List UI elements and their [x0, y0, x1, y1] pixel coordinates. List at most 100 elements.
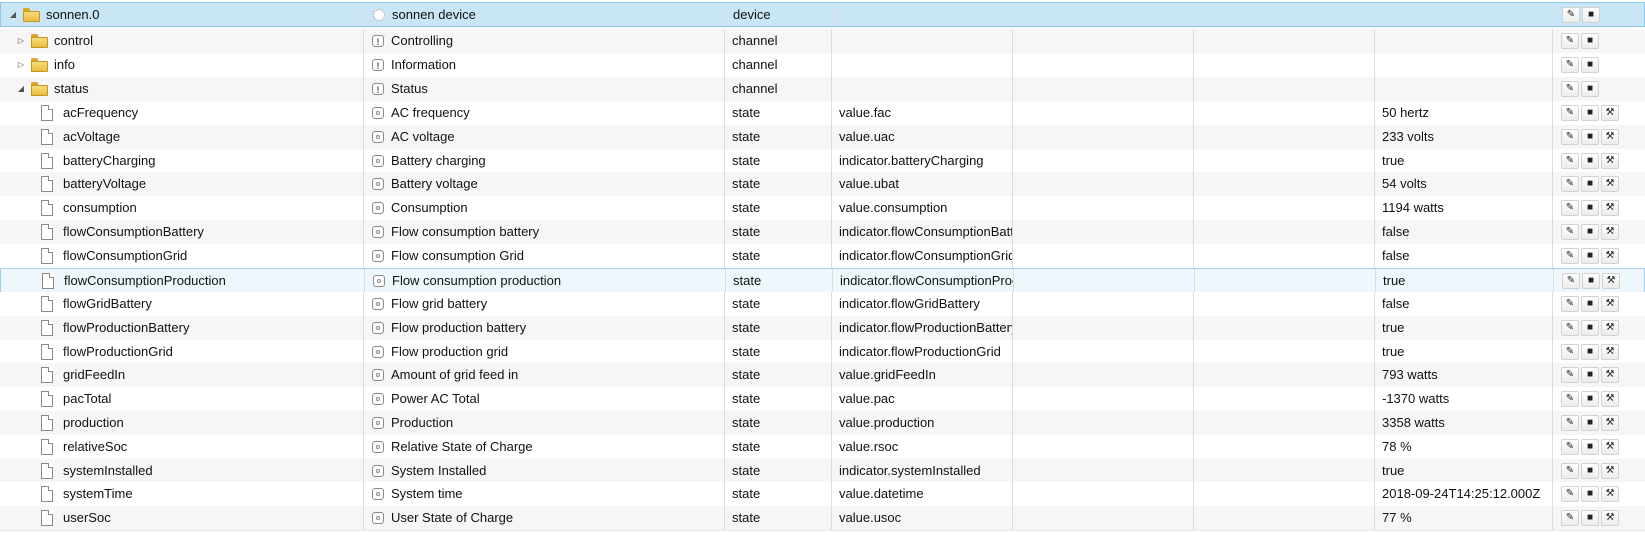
value-cell[interactable]: 233 volts — [1375, 125, 1553, 149]
settings-button[interactable]: ⚒ — [1601, 320, 1619, 336]
edit-button[interactable]: ✎ — [1561, 224, 1579, 240]
tree-row-consumption[interactable]: consumption Consumption state value.consump… — [0, 196, 1645, 221]
settings-button[interactable]: ⚒ — [1601, 224, 1619, 240]
room-cell[interactable] — [1013, 29, 1194, 53]
function-cell[interactable] — [1194, 482, 1375, 506]
delete-button[interactable]: ■ — [1581, 296, 1599, 312]
edit-button[interactable]: ✎ — [1561, 391, 1579, 407]
delete-button[interactable]: ■ — [1581, 415, 1599, 431]
function-cell[interactable] — [1194, 316, 1375, 340]
tree-row-production[interactable]: production Production state value.productio… — [0, 411, 1645, 436]
settings-button[interactable]: ⚒ — [1601, 200, 1619, 216]
edit-button[interactable]: ✎ — [1561, 320, 1579, 336]
value-cell[interactable]: 77 % — [1375, 506, 1553, 530]
delete-button[interactable]: ■ — [1581, 224, 1599, 240]
value-cell[interactable]: false — [1375, 220, 1553, 244]
function-cell[interactable] — [1194, 172, 1375, 196]
value-cell[interactable]: 2018-09-24T14:25:12.000Z — [1375, 482, 1553, 506]
delete-button[interactable]: ■ — [1581, 176, 1599, 192]
value-cell[interactable]: false — [1375, 244, 1553, 268]
edit-button[interactable]: ✎ — [1561, 415, 1579, 431]
function-cell[interactable] — [1194, 340, 1375, 364]
value-cell[interactable]: 50 hertz — [1375, 101, 1553, 125]
settings-button[interactable]: ⚒ — [1601, 105, 1619, 121]
value-cell[interactable]: true — [1375, 316, 1553, 340]
settings-button[interactable]: ⚒ — [1601, 486, 1619, 502]
tree-row-flowGridBattery[interactable]: flowGridBattery Flow grid battery state ind… — [0, 292, 1645, 317]
tree-row-flowConsumptionProduction[interactable]: flowConsumptionProduction Flow consumptio… — [0, 268, 1645, 293]
room-cell[interactable] — [1013, 316, 1194, 340]
delete-button[interactable]: ■ — [1581, 105, 1599, 121]
value-cell[interactable]: 3358 watts — [1375, 411, 1553, 435]
value-cell[interactable]: false — [1375, 292, 1553, 316]
edit-button[interactable]: ✎ — [1561, 510, 1579, 526]
room-cell[interactable] — [1013, 411, 1194, 435]
delete-button[interactable]: ■ — [1581, 367, 1599, 383]
room-cell[interactable] — [1013, 435, 1194, 459]
settings-button[interactable]: ⚒ — [1601, 510, 1619, 526]
function-cell[interactable] — [1194, 435, 1375, 459]
room-cell[interactable] — [1013, 244, 1194, 268]
room-cell[interactable] — [1013, 387, 1194, 411]
room-cell[interactable] — [1013, 220, 1194, 244]
expand-closed-icon[interactable]: ▷ — [15, 29, 27, 53]
settings-button[interactable]: ⚒ — [1601, 153, 1619, 169]
tree-row-systemInstalled[interactable]: systemInstalled System Installed state indi… — [0, 459, 1645, 484]
delete-button[interactable]: ■ — [1582, 273, 1600, 289]
value-cell[interactable]: 793 watts — [1375, 363, 1553, 387]
settings-button[interactable]: ⚒ — [1601, 129, 1619, 145]
room-cell[interactable] — [1013, 196, 1194, 220]
settings-button[interactable]: ⚒ — [1602, 273, 1620, 289]
value-cell[interactable]: true — [1376, 269, 1554, 292]
function-cell[interactable] — [1194, 196, 1375, 220]
value-cell[interactable]: true — [1375, 149, 1553, 173]
delete-button[interactable]: ■ — [1581, 57, 1599, 73]
value-cell[interactable]: -1370 watts — [1375, 387, 1553, 411]
room-cell[interactable] — [1013, 172, 1194, 196]
settings-button[interactable]: ⚒ — [1601, 367, 1619, 383]
delete-button[interactable]: ■ — [1581, 81, 1599, 97]
function-cell[interactable] — [1194, 101, 1375, 125]
tree-row-relativeSoc[interactable]: relativeSoc Relative State of Charge state… — [0, 435, 1645, 460]
room-cell[interactable] — [1013, 53, 1194, 77]
tree-row-info[interactable]: ▷infoInformationchannel✎■ — [0, 53, 1645, 78]
delete-button[interactable]: ■ — [1581, 153, 1599, 169]
function-cell[interactable] — [1194, 77, 1375, 101]
room-cell[interactable] — [1013, 101, 1194, 125]
room-cell[interactable] — [1013, 459, 1194, 483]
value-cell[interactable]: 1194 watts — [1375, 196, 1553, 220]
room-cell[interactable] — [1013, 340, 1194, 364]
edit-button[interactable]: ✎ — [1561, 57, 1579, 73]
room-cell[interactable] — [1013, 125, 1194, 149]
function-cell[interactable] — [1194, 506, 1375, 530]
room-cell[interactable] — [1013, 149, 1194, 173]
tree-row-gridFeedIn[interactable]: gridFeedIn Amount of grid feed in state val… — [0, 363, 1645, 388]
delete-button[interactable]: ■ — [1582, 7, 1600, 23]
delete-button[interactable]: ■ — [1581, 486, 1599, 502]
function-cell[interactable] — [1194, 220, 1375, 244]
function-cell[interactable] — [1194, 411, 1375, 435]
settings-button[interactable]: ⚒ — [1601, 439, 1619, 455]
edit-button[interactable]: ✎ — [1561, 153, 1579, 169]
delete-button[interactable]: ■ — [1581, 129, 1599, 145]
function-cell[interactable] — [1194, 363, 1375, 387]
function-cell[interactable] — [1194, 125, 1375, 149]
edit-button[interactable]: ✎ — [1561, 81, 1579, 97]
delete-button[interactable]: ■ — [1581, 248, 1599, 264]
edit-button[interactable]: ✎ — [1561, 105, 1579, 121]
function-cell[interactable] — [1194, 244, 1375, 268]
function-cell[interactable] — [1194, 29, 1375, 53]
tree-row-flowProductionBattery[interactable]: flowProductionBattery Flow production bat… — [0, 316, 1645, 341]
room-cell[interactable] — [1013, 506, 1194, 530]
function-cell[interactable] — [1194, 387, 1375, 411]
tree-row-sonnen.0[interactable]: ◢ sonnen.0 sonnen device device ✎ ■ — [0, 2, 1645, 27]
tree-row-flowConsumptionGrid[interactable]: flowConsumptionGrid Flow consumption Grid… — [0, 244, 1645, 269]
tree-row-acVoltage[interactable]: acVoltage AC voltage state value.uac 233 vol… — [0, 125, 1645, 150]
tree-row-control[interactable]: ▷controlControllingchannel✎■ — [0, 29, 1645, 54]
delete-button[interactable]: ■ — [1581, 33, 1599, 49]
edit-button[interactable]: ✎ — [1561, 129, 1579, 145]
settings-button[interactable]: ⚒ — [1601, 463, 1619, 479]
delete-button[interactable]: ■ — [1581, 344, 1599, 360]
tree-row-systemTime[interactable]: systemTime System time state value.datetime… — [0, 482, 1645, 507]
value-cell[interactable]: 78 % — [1375, 435, 1553, 459]
